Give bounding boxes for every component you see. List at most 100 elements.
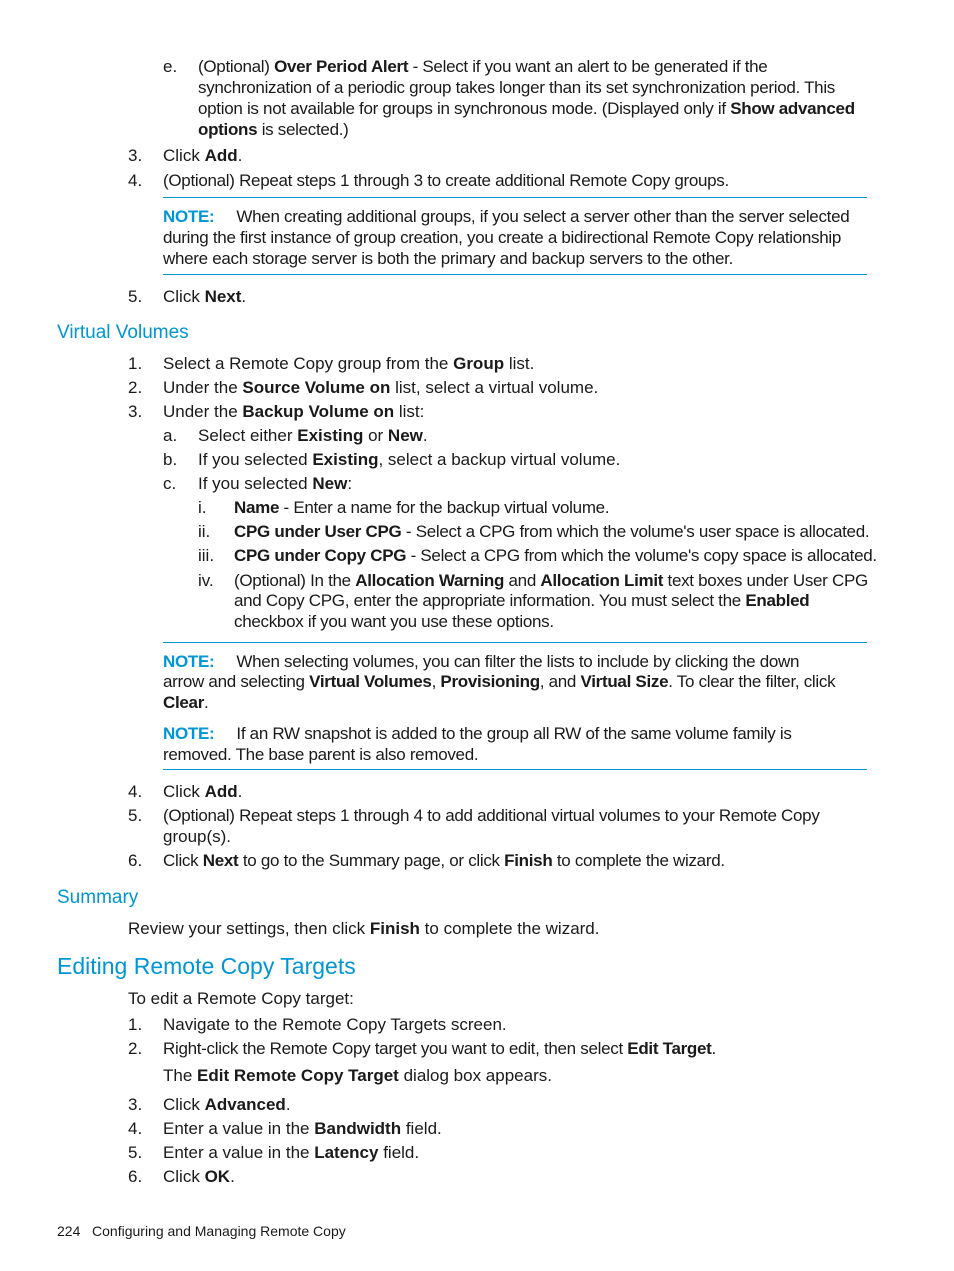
note-text: If an RW snapshot is added to the group … <box>236 724 792 743</box>
note-text: removed. The base parent is also removed… <box>163 745 479 764</box>
note-divider <box>163 197 867 198</box>
ui-label: Existing <box>312 450 379 469</box>
ui-label: Enabled <box>745 591 810 610</box>
list-marker: c. <box>163 474 177 493</box>
list-marker: iii. <box>198 546 215 565</box>
ui-label: Over Period Alert <box>274 57 409 76</box>
list-item: Select either Existing or New. <box>198 426 428 445</box>
list-marker: 3. <box>128 402 143 421</box>
list-item: Click Add. <box>163 782 243 801</box>
list-marker: 4. <box>128 171 143 190</box>
ui-label: Next <box>204 287 242 306</box>
ui-label: Name <box>234 498 280 517</box>
list-item: CPG under Copy CPG - Select a CPG from w… <box>234 546 877 565</box>
list-item: Enter a value in the Latency field. <box>163 1143 420 1162</box>
ui-label: Next <box>202 851 239 870</box>
list-marker: 6. <box>128 851 143 870</box>
list-item: (Optional) Repeat steps 1 through 3 to c… <box>163 171 729 190</box>
ui-label: Add <box>204 782 238 801</box>
ui-label: CPG under Copy CPG <box>234 546 407 565</box>
ui-label: Allocation Limit <box>540 571 664 590</box>
note-divider <box>163 274 867 275</box>
note-text: arrow and selecting Virtual Volumes, Pro… <box>163 672 836 691</box>
list-marker: 6. <box>128 1167 143 1186</box>
list-marker: 4. <box>128 782 143 801</box>
note-divider <box>163 769 867 770</box>
ui-label: Virtual Size <box>580 672 669 691</box>
page-footer: 224 Configuring and Managing Remote Copy <box>57 1223 346 1239</box>
list-item: group(s). <box>163 827 232 846</box>
list-marker: 1. <box>128 354 143 373</box>
ui-label: Add <box>204 146 238 165</box>
ui-label: options <box>198 120 258 139</box>
list-item: Click Advanced. <box>163 1095 291 1114</box>
list-marker: i. <box>198 498 207 517</box>
ui-label: Existing <box>297 426 364 445</box>
ui-label: Provisioning <box>440 672 540 691</box>
list-item: Select a Remote Copy group from the Grou… <box>163 354 535 373</box>
list-marker: 3. <box>128 1095 143 1114</box>
note: NOTE: When creating additional groups, if… <box>163 206 850 227</box>
list-marker: a. <box>163 426 178 445</box>
list-item: Enter a value in the Bandwidth field. <box>163 1119 442 1138</box>
ui-label: Bandwidth <box>314 1119 402 1138</box>
rich-line: synchronization of a periodic group take… <box>198 78 836 97</box>
list-item: (Optional) In the Allocation Warning and… <box>234 571 868 590</box>
ui-label: OK <box>204 1167 231 1186</box>
list-marker: iv. <box>198 571 214 590</box>
note-label: NOTE: <box>163 207 215 226</box>
note-label: NOTE: <box>163 724 215 743</box>
ui-label: Edit Remote Copy Target <box>197 1066 399 1085</box>
list-item: CPG under User CPG - Select a CPG from w… <box>234 522 870 541</box>
chapter-title: Configuring and Managing Remote Copy <box>92 1223 346 1239</box>
list-marker: 3. <box>128 146 143 165</box>
list-marker: 1. <box>128 1015 143 1034</box>
section-heading-editing-remote-copy-targets: Editing Remote Copy Targets <box>57 953 356 979</box>
ui-label: New <box>312 474 348 493</box>
section-heading-virtual-volumes: Virtual Volumes <box>57 322 189 343</box>
list-marker: b. <box>163 450 178 469</box>
rich-line: option is not available for groups in sy… <box>198 99 855 118</box>
ui-label: Finish <box>369 919 420 938</box>
page-number: 224 <box>57 1223 81 1239</box>
list-marker: e. <box>163 57 178 76</box>
list-marker: ii. <box>198 522 211 541</box>
ui-label: Finish <box>504 851 553 870</box>
text: . <box>241 287 247 306</box>
list-marker: 5. <box>128 806 143 825</box>
ui-label: Group <box>453 354 505 373</box>
note: NOTE: If an RW snapshot is added to the g… <box>163 723 792 744</box>
text: . <box>237 146 243 165</box>
section-heading-summary: Summary <box>57 887 139 908</box>
list-marker: 5. <box>128 287 143 306</box>
list-marker: 2. <box>128 1039 143 1058</box>
ui-label: Clear <box>163 693 205 712</box>
list-item: and Copy CPG, enter the appropriate info… <box>234 591 810 610</box>
list-item: If you selected New: <box>198 474 353 493</box>
note: NOTE: When selecting volumes, you can fil… <box>163 651 799 672</box>
list-marker: 2. <box>128 378 143 397</box>
paragraph: The Edit Remote Copy Target dialog box a… <box>163 1066 552 1085</box>
list-item: If you selected Existing, select a backu… <box>198 450 621 469</box>
ui-label: Edit Target <box>627 1039 712 1058</box>
list-item: Click OK. <box>163 1167 235 1186</box>
list-item: Right-click the Remote Copy target you w… <box>163 1039 716 1058</box>
note-divider <box>163 642 867 643</box>
list-item: (Optional) Repeat steps 1 through 4 to a… <box>163 806 820 825</box>
ui-label: New <box>387 426 423 445</box>
ui-label: Allocation Warning <box>355 571 505 590</box>
list-item: Click Add. <box>163 145 242 166</box>
note-text: When selecting volumes, you can filter t… <box>236 652 800 671</box>
ui-label: Latency <box>314 1143 379 1162</box>
ui-label: Source Volume on <box>242 378 391 397</box>
list-item: Under the Source Volume on list, select … <box>163 378 599 397</box>
list-item: Navigate to the Remote Copy Targets scre… <box>163 1015 507 1034</box>
list-item: Name - Enter a name for the backup virtu… <box>234 498 610 517</box>
list-item: Click Next to go to the Summary page, or… <box>163 851 725 870</box>
ui-label: Backup Volume on <box>242 402 395 421</box>
paragraph: Review your settings, then click Finish … <box>128 919 600 938</box>
note-text: Clear. <box>163 693 209 712</box>
note-text: where each storage server is both the pr… <box>163 249 734 268</box>
list-marker: 4. <box>128 1119 143 1138</box>
note-label: NOTE: <box>163 652 215 671</box>
